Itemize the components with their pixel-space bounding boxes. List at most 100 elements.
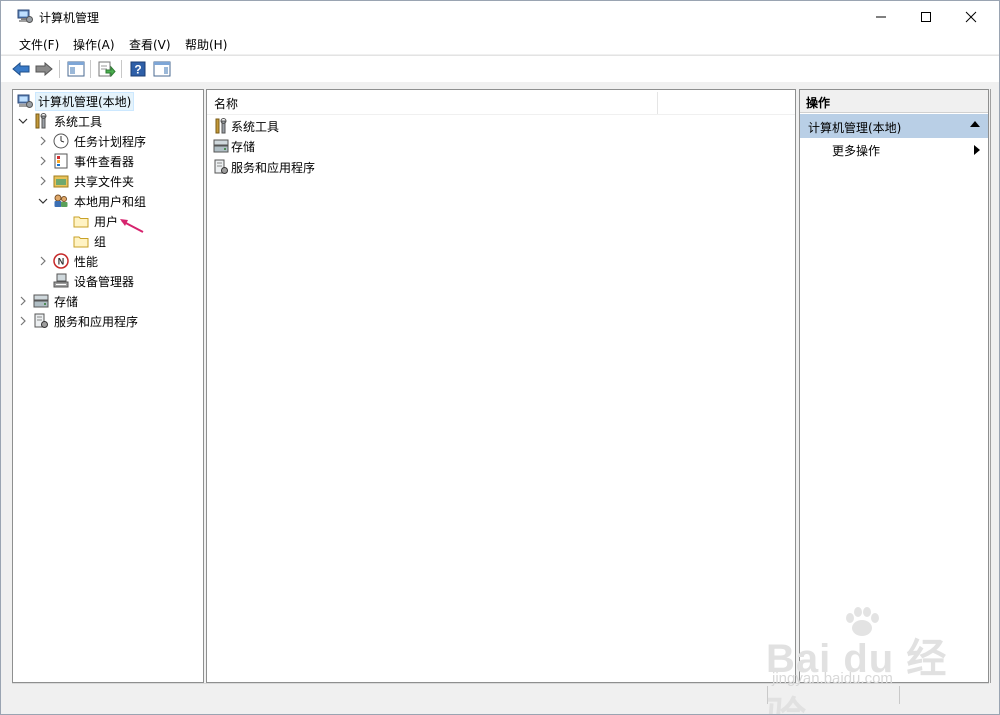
results-pane[interactable]: 名称 系统工具 存储 服务和应用程序: [206, 89, 796, 683]
tree-item-device-manager[interactable]: 设备管理器: [53, 271, 134, 291]
console-tree[interactable]: 计算机管理(本地) 系统工具 任务计划程序 事件查看器 共享文件夹 本地用户和组: [12, 89, 204, 683]
show-hide-action-pane-button[interactable]: [152, 59, 172, 79]
computer-management-icon: [17, 94, 33, 108]
tree-item-system-tools[interactable]: 系统工具: [17, 111, 102, 131]
action-pane-header: 操作: [800, 90, 988, 113]
services-icon: [34, 313, 48, 328]
tree-item-groups[interactable]: 组: [73, 231, 106, 251]
tree-item-label: 设备管理器: [74, 274, 135, 289]
column-header[interactable]: 名称: [207, 90, 795, 115]
clock-icon: [53, 133, 69, 149]
help-button[interactable]: ?: [128, 59, 148, 79]
minimize-button[interactable]: [858, 1, 904, 32]
tree-item-services-apps[interactable]: 服务和应用程序: [17, 311, 138, 331]
maximize-button[interactable]: [903, 1, 949, 32]
menu-help[interactable]: 帮助(H): [185, 36, 227, 53]
back-icon: [12, 62, 30, 76]
tree-item-task-scheduler[interactable]: 任务计划程序: [37, 131, 146, 151]
svg-text:?: ?: [134, 63, 141, 77]
help-icon: ?: [130, 61, 146, 77]
services-icon: [214, 159, 228, 174]
submenu-arrow-icon: [974, 145, 980, 155]
list-item[interactable]: 系统工具: [213, 116, 279, 136]
window-title: 计算机管理: [39, 11, 100, 25]
tree-item-label: 组: [94, 234, 107, 249]
tree-item-label: 共享文件夹: [74, 174, 135, 189]
forward-icon: [35, 62, 53, 76]
event-viewer-icon: [54, 153, 68, 169]
watermark-url: jingyan.baidu.com: [772, 670, 893, 687]
tree-item-computer-management[interactable]: 计算机管理(本地): [17, 91, 135, 111]
list-item-label: 服务和应用程序: [231, 160, 316, 175]
tree-item-label: 任务计划程序: [74, 134, 147, 149]
folder-icon: [73, 236, 89, 248]
list-item-label: 存储: [231, 139, 256, 154]
menu-bar: 文件(F) 操作(A) 查看(V) 帮助(H): [1, 32, 999, 54]
annotation-arrow-icon: [120, 219, 144, 233]
chevron-right-icon[interactable]: [17, 291, 29, 311]
list-item-label: 系统工具: [231, 119, 280, 134]
show-hide-action-pane-icon: [153, 61, 171, 77]
action-pane: 操作 计算机管理(本地) 更多操作: [799, 89, 989, 683]
chevron-down-icon[interactable]: [17, 111, 29, 131]
show-hide-tree-button[interactable]: [66, 59, 86, 79]
chevron-right-icon[interactable]: [17, 311, 29, 331]
back-button[interactable]: [11, 59, 31, 79]
tree-item-shared-folders[interactable]: 共享文件夹: [37, 171, 134, 191]
column-name-header[interactable]: 名称: [214, 95, 238, 112]
shared-folder-icon: [53, 175, 69, 188]
chevron-right-icon[interactable]: [37, 171, 49, 191]
toolbar-separator: [90, 60, 91, 78]
tree-item-performance[interactable]: N 性能: [37, 251, 98, 271]
title-bar[interactable]: 计算机管理: [1, 1, 999, 32]
chevron-down-icon[interactable]: [37, 191, 49, 211]
svg-text:N: N: [58, 257, 65, 267]
computer-management-window: 计算机管理 文件(F) 操作(A) 查看(V) 帮助(H) ? 计算机管理(本地…: [0, 0, 1000, 715]
more-actions-item[interactable]: 更多操作: [800, 140, 988, 160]
tree-item-users[interactable]: 用户: [73, 211, 118, 231]
baidu-jingyan-watermark: Bai du 经验 jingyan.baidu.com: [766, 606, 956, 714]
export-list-icon: [98, 61, 116, 77]
menu-action[interactable]: 操作(A): [73, 36, 115, 53]
list-item[interactable]: 服务和应用程序: [213, 157, 315, 177]
tree-item-label: 系统工具: [54, 114, 103, 129]
action-pane-title: 操作: [806, 96, 831, 110]
minimize-icon: [876, 16, 886, 17]
tree-item-label: 存储: [54, 294, 79, 309]
export-list-button[interactable]: [97, 59, 117, 79]
close-icon: [965, 11, 977, 22]
tree-item-label: 服务和应用程序: [54, 314, 139, 329]
menu-file[interactable]: 文件(F): [19, 36, 59, 53]
tree-item-label: 事件查看器: [74, 154, 135, 169]
performance-icon: N: [53, 253, 69, 269]
action-group-label: 计算机管理(本地): [808, 121, 902, 135]
folder-icon: [73, 216, 89, 228]
toolbar: ?: [1, 55, 999, 82]
tree-item-storage[interactable]: 存储: [17, 291, 78, 311]
column-divider[interactable]: [657, 92, 658, 114]
toolbar-separator: [59, 60, 60, 78]
users-icon: [54, 194, 68, 207]
show-hide-tree-icon: [67, 61, 85, 77]
chevron-right-icon[interactable]: [37, 251, 49, 271]
toolbar-separator: [121, 60, 122, 78]
system-tools-icon: [35, 113, 47, 129]
menu-view[interactable]: 查看(V): [129, 36, 171, 53]
collapse-up-icon[interactable]: [970, 121, 980, 127]
storage-icon: [213, 139, 229, 153]
computer-management-icon: [17, 9, 33, 23]
tree-item-local-users-groups[interactable]: 本地用户和组: [37, 191, 146, 211]
forward-button[interactable]: [34, 59, 54, 79]
tree-item-event-viewer[interactable]: 事件查看器: [37, 151, 134, 171]
chevron-right-icon[interactable]: [37, 151, 49, 171]
tree-item-label: 性能: [74, 254, 99, 269]
action-group-computer-management[interactable]: 计算机管理(本地): [800, 114, 988, 138]
maximize-icon: [921, 11, 931, 22]
tree-item-label: 计算机管理(本地): [35, 91, 135, 111]
list-item[interactable]: 存储: [213, 136, 255, 156]
close-button[interactable]: [948, 1, 994, 32]
chevron-right-icon[interactable]: [37, 131, 49, 151]
pane-edge: [990, 89, 991, 683]
device-manager-icon: [53, 273, 69, 288]
storage-icon: [33, 294, 49, 308]
